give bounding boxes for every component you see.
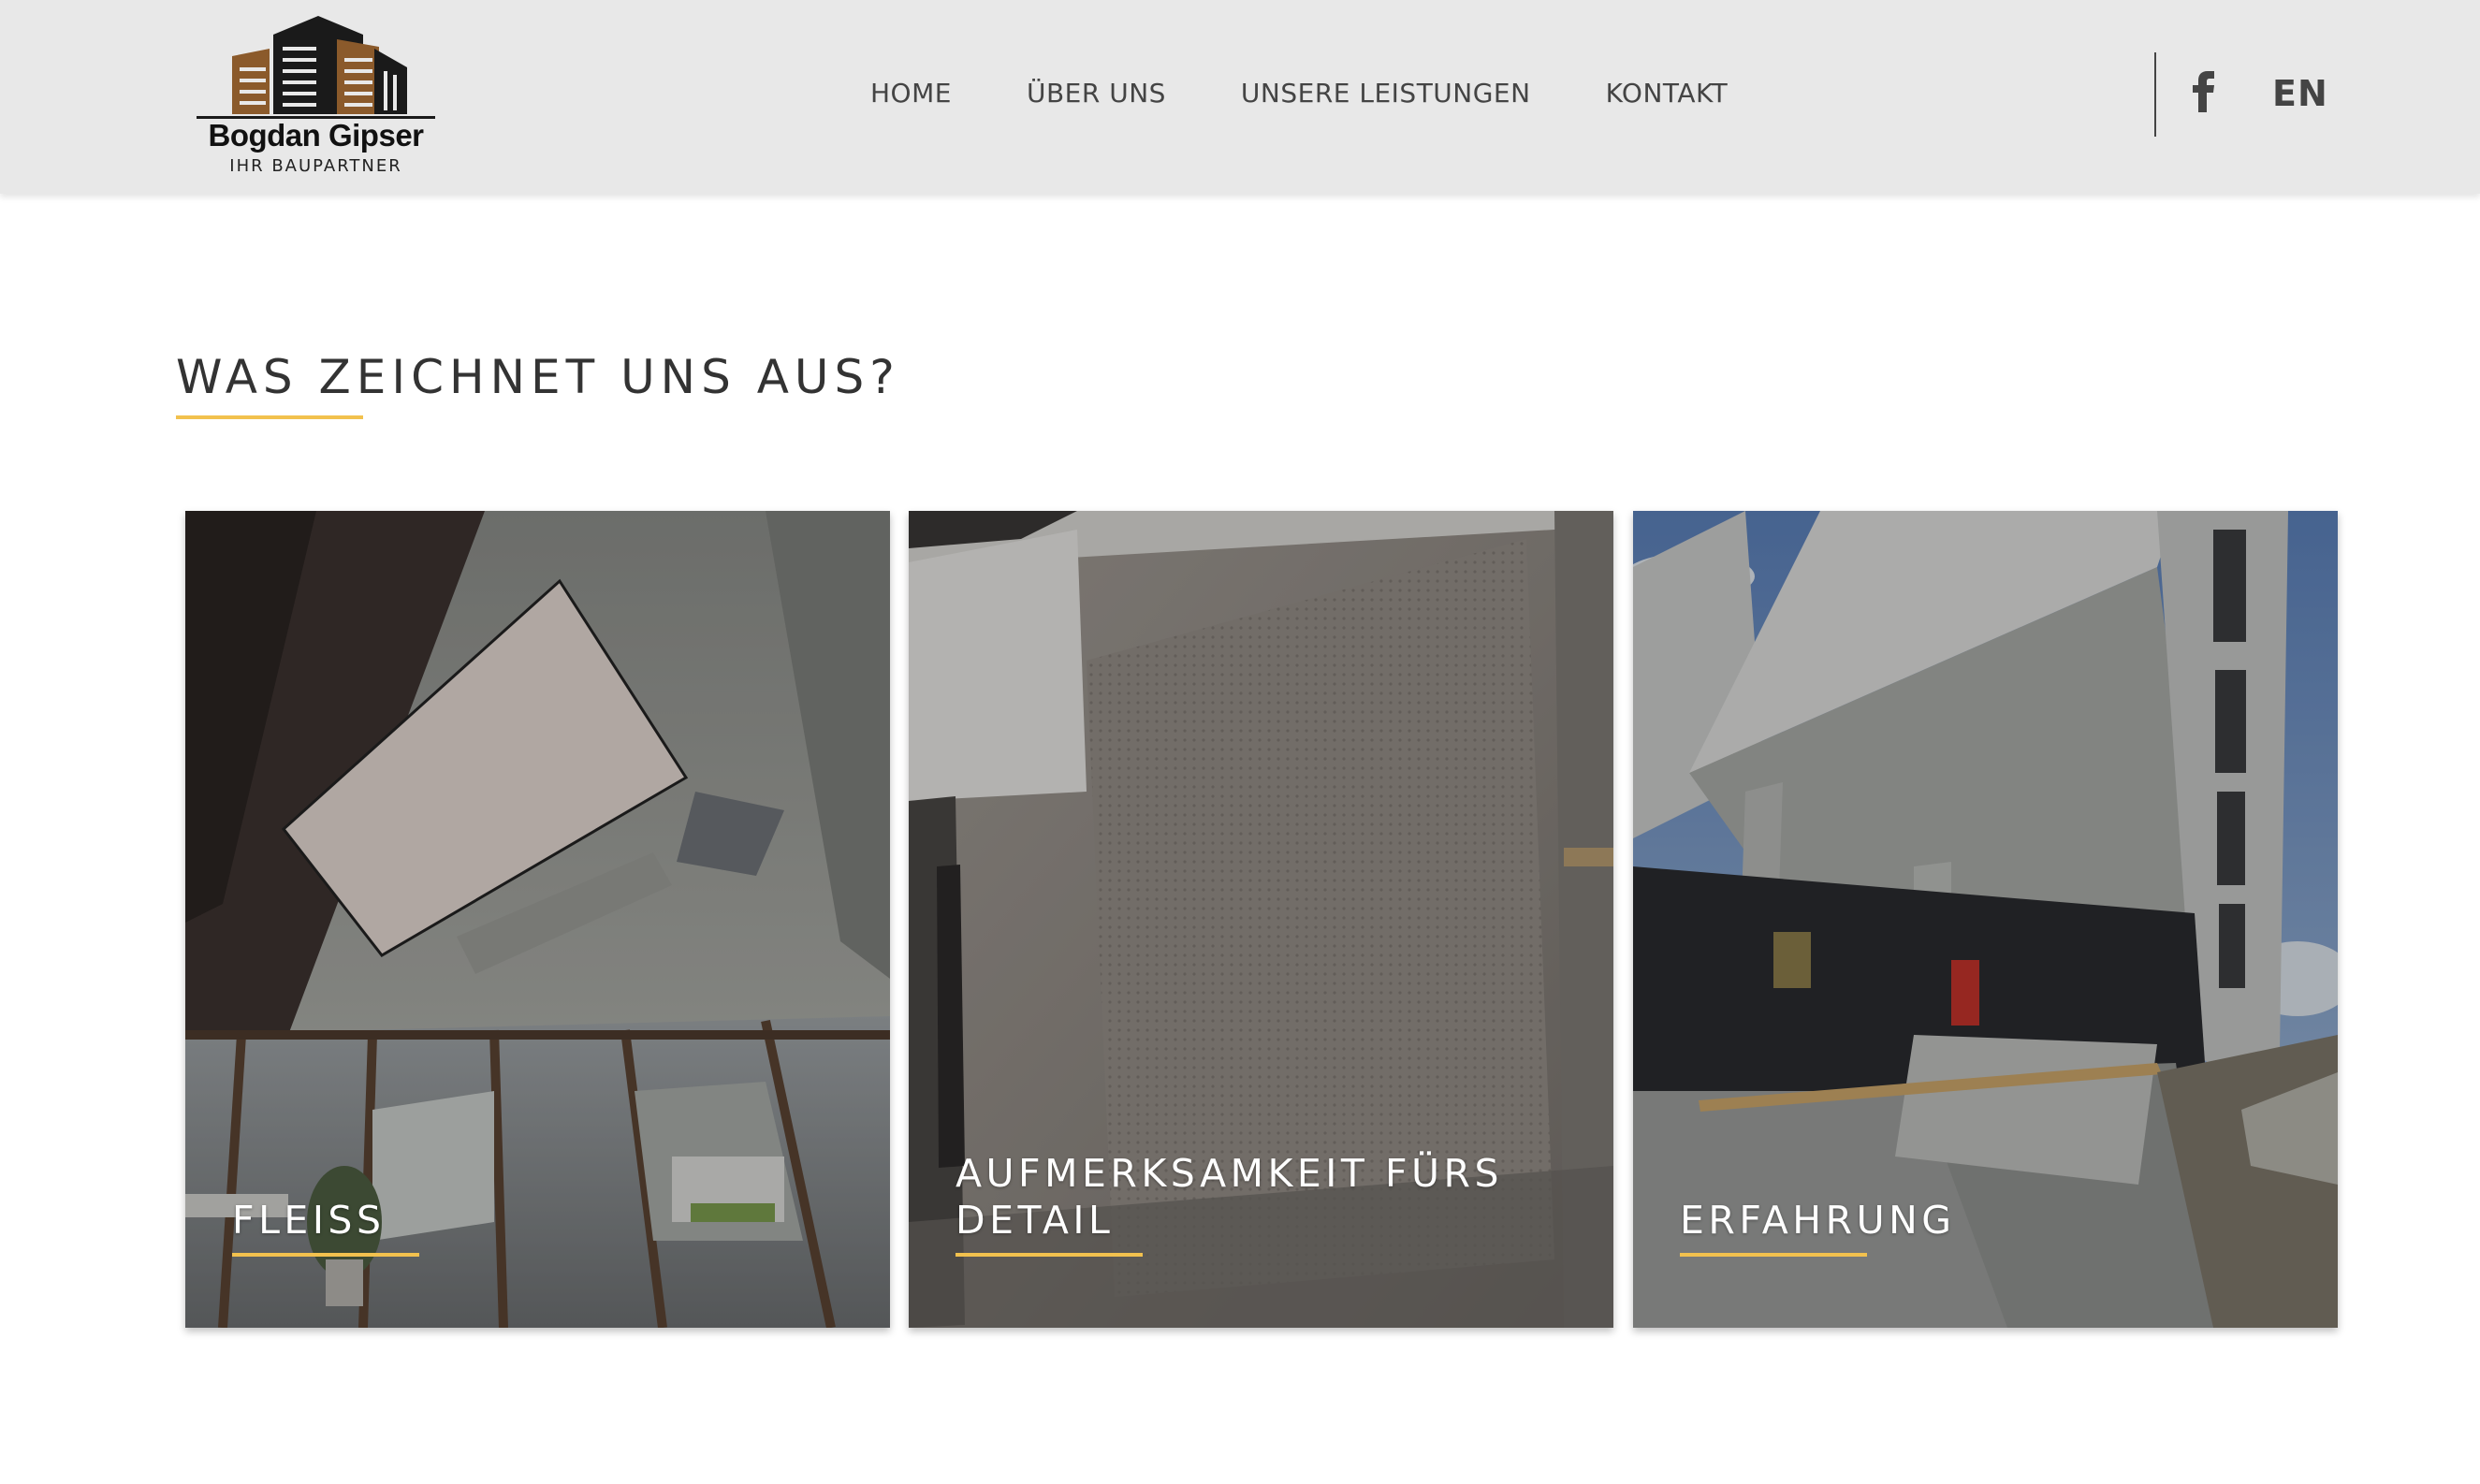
card-label-underline — [956, 1253, 1143, 1257]
nav-item-unsere-leistungen[interactable]: UNSERE LEISTUNGEN — [1241, 75, 1531, 112]
card-label: FLEISS — [232, 1198, 386, 1243]
card-label: AUFMERKSAMKEIT FÜRS DETAIL — [956, 1151, 1504, 1243]
logo-tagline: IHR BAUPARTNER — [229, 156, 402, 176]
facebook-icon[interactable] — [2188, 71, 2222, 112]
site-header: Bogdan Gipser IHR BAUPARTNER HOME ÜBER U… — [0, 0, 2480, 194]
feature-card-erfahrung[interactable]: ERFAHRUNG — [1633, 511, 2338, 1328]
language-switch[interactable]: EN — [2272, 73, 2328, 114]
feature-card-aufmerksamkeit[interactable]: AUFMERKSAMKEIT FÜRS DETAIL — [909, 511, 1613, 1328]
nav-item-kontakt[interactable]: KONTAKT — [1606, 75, 1729, 112]
card-label-underline — [1680, 1253, 1867, 1257]
section-title-underline — [176, 415, 363, 419]
header-divider — [2154, 52, 2156, 137]
nav-item-home[interactable]: HOME — [870, 75, 952, 112]
section-title: WAS ZEICHNET UNS AUS? — [176, 350, 900, 404]
logo-company-name: Bogdan Gipser — [208, 118, 424, 153]
logo-buildings-graphic — [197, 16, 435, 119]
main-navigation: HOME ÜBER UNS UNSERE LEISTUNGEN KONTAKT — [870, 75, 1728, 112]
card-label: ERFAHRUNG — [1680, 1198, 1956, 1243]
card-label-underline — [232, 1253, 419, 1257]
company-logo[interactable]: Bogdan Gipser IHR BAUPARTNER — [197, 11, 435, 180]
feature-card-fleiss[interactable]: FLEISS — [185, 511, 890, 1328]
nav-item-ueber-uns[interactable]: ÜBER UNS — [1027, 75, 1166, 112]
